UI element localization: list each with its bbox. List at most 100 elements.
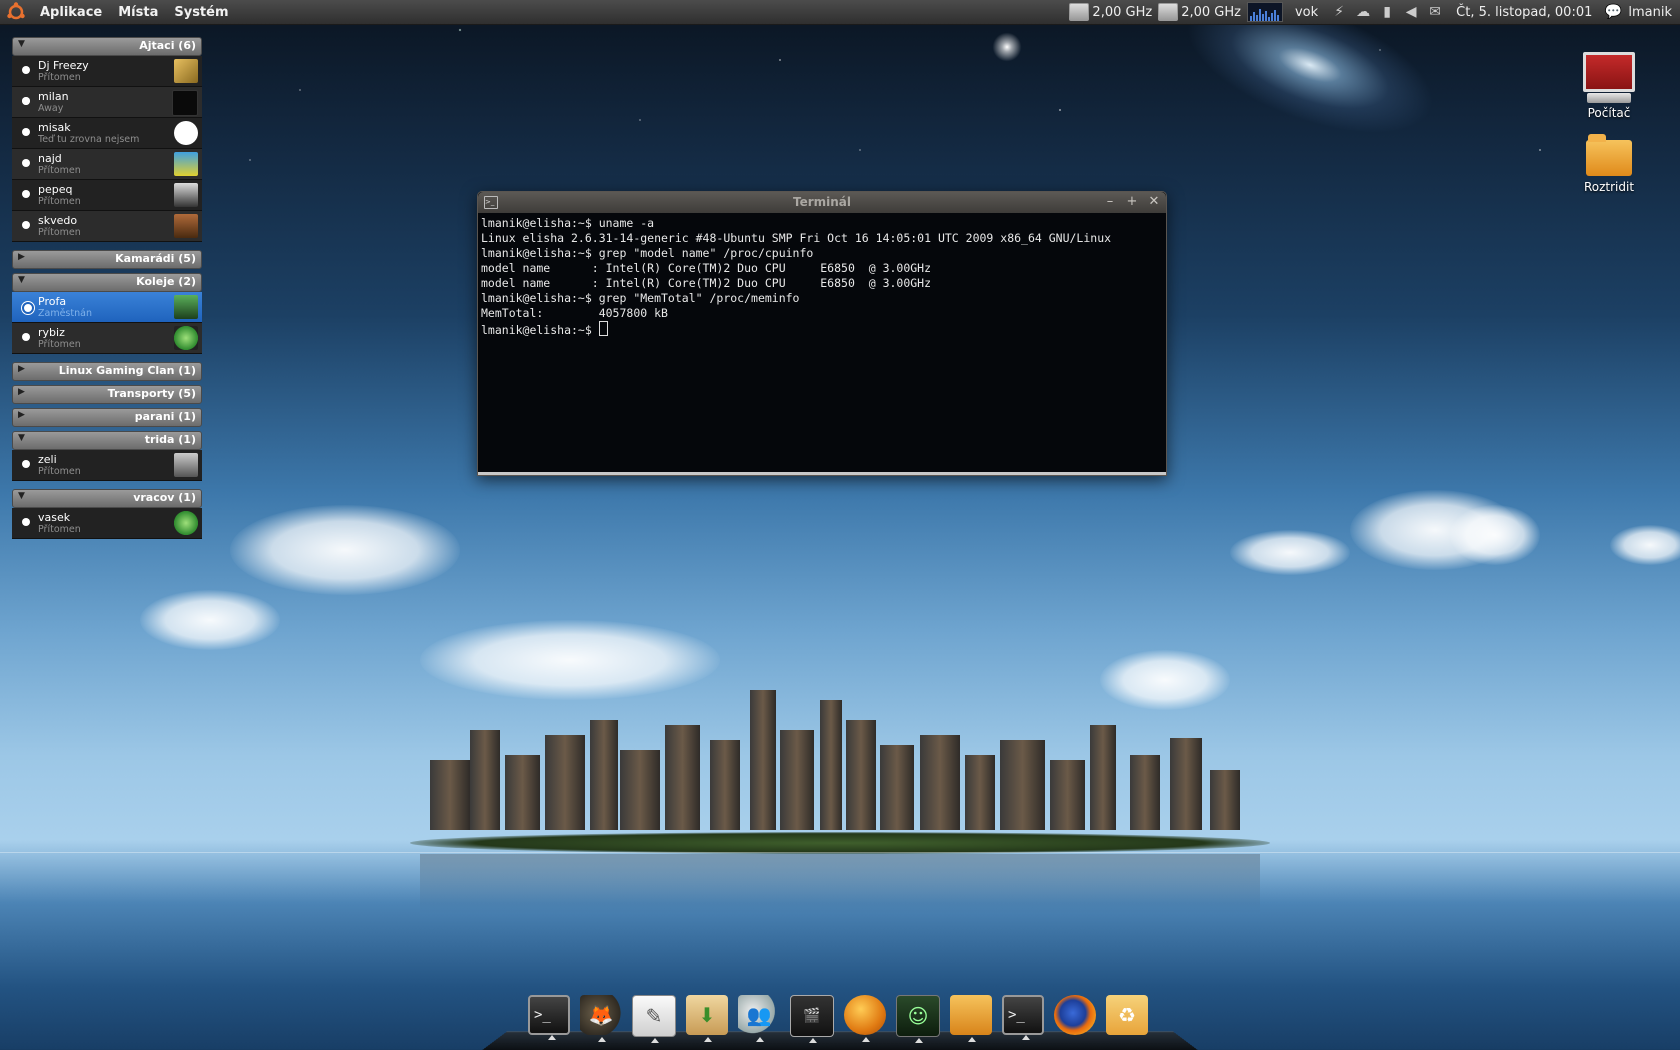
buddy-item[interactable]: zeli Přítomen bbox=[12, 450, 202, 481]
terminal-output[interactable]: lmanik@elisha:~$ uname -a Linux elisha 2.… bbox=[478, 213, 1166, 338]
wallpaper-cloud bbox=[1230, 530, 1350, 575]
clock[interactable]: Čt, 5. listopad, 00:01 bbox=[1456, 5, 1592, 20]
globe-icon[interactable] bbox=[844, 995, 886, 1042]
archive-icon[interactable]: ⬇ bbox=[686, 995, 728, 1042]
terminal-icon[interactable]: >_ bbox=[1002, 995, 1044, 1040]
status-available-icon bbox=[22, 128, 30, 136]
ubuntu-logo-icon[interactable] bbox=[6, 2, 26, 22]
buddy-status: Přítomen bbox=[38, 339, 81, 350]
group-ajtaci[interactable]: ▼ Ajtaci (6) bbox=[12, 37, 202, 56]
menu-places[interactable]: Místa bbox=[110, 5, 166, 20]
buddy-item[interactable]: misak Teď tu zrovna nejsem bbox=[12, 118, 202, 149]
cpu-icon bbox=[1158, 3, 1179, 21]
mail-icon[interactable]: ✉ bbox=[1426, 4, 1444, 20]
group-label: Transporty (5) bbox=[107, 387, 196, 400]
wallpaper-city bbox=[410, 680, 1270, 850]
terminal-titlebar[interactable]: >_ Terminál – + ✕ bbox=[478, 192, 1166, 213]
chat-bubble-icon[interactable]: 💬 bbox=[1604, 4, 1622, 20]
wallpaper-reflection bbox=[420, 854, 1260, 914]
buddy-name: rybiz bbox=[38, 326, 65, 339]
network-icon[interactable]: ⚡ bbox=[1330, 4, 1348, 20]
window-title: Terminál bbox=[792, 195, 852, 209]
cpu-frequency-1[interactable]: 2,00 GHz bbox=[1069, 3, 1152, 21]
main-menu: Aplikace Místa Systém bbox=[0, 0, 237, 24]
volume-icon[interactable]: ◀ bbox=[1402, 4, 1420, 20]
user-menu[interactable]: lmanik bbox=[1628, 5, 1672, 20]
buddy-name: misak bbox=[38, 121, 71, 134]
top-panel: Aplikace Místa Systém 2,00 GHz 2,00 GHz … bbox=[0, 0, 1680, 25]
status-available-icon bbox=[22, 460, 30, 468]
folder-icon[interactable] bbox=[950, 995, 992, 1042]
avatar bbox=[172, 90, 198, 116]
movie-clapper-icon[interactable]: 🎬 bbox=[790, 995, 834, 1043]
folder-icon bbox=[1586, 134, 1632, 176]
buddy-name: skvedo bbox=[38, 214, 78, 227]
buddy-status: Teď tu zrovna nejsem bbox=[38, 134, 140, 145]
terminal-line: model name : Intel(R) Core(TM)2 Duo CPU … bbox=[481, 276, 932, 290]
terminal-window[interactable]: >_ Terminál – + ✕ lmanik@elisha:~$ uname… bbox=[477, 191, 1167, 476]
recycle-icon[interactable]: ♻ bbox=[1106, 995, 1148, 1035]
buddy-item[interactable]: skvedo Přítomen bbox=[12, 211, 202, 242]
menu-applications[interactable]: Aplikace bbox=[32, 5, 110, 20]
group-transporty[interactable]: ▶ Transporty (5) bbox=[12, 385, 202, 404]
terminal-cursor bbox=[598, 321, 608, 336]
expander-down-icon: ▼ bbox=[18, 275, 25, 285]
menu-system[interactable]: Systém bbox=[166, 5, 236, 20]
terminal-line: lmanik@elisha:~$ grep "MemTotal" /proc/m… bbox=[481, 291, 800, 305]
expander-right-icon: ▶ bbox=[18, 252, 25, 262]
buddy-item[interactable]: rybiz Přítomen bbox=[12, 323, 202, 354]
avatar bbox=[174, 214, 198, 238]
desktop-icon-computer[interactable]: Počítač bbox=[1569, 52, 1649, 120]
group-linux-gaming-clan[interactable]: ▶ Linux Gaming Clan (1) bbox=[12, 362, 202, 381]
desktop-icon-folder[interactable]: Roztridit bbox=[1569, 134, 1649, 194]
buddy-list: ▼ Ajtaci (6) Dj Freezy Přítomen milan Aw… bbox=[12, 37, 202, 543]
buddy-item[interactable]: Profa Zaměstnán bbox=[12, 292, 202, 323]
group-label: vracov (1) bbox=[133, 491, 196, 504]
maximize-button[interactable]: + bbox=[1124, 194, 1140, 209]
cpu-icon bbox=[1069, 3, 1090, 21]
status-available-icon bbox=[22, 159, 30, 167]
close-button[interactable]: ✕ bbox=[1146, 194, 1162, 209]
group-label: Koleje (2) bbox=[136, 275, 196, 288]
status-available-icon bbox=[22, 190, 30, 198]
group-vracov[interactable]: ▼ vracov (1) bbox=[12, 489, 202, 508]
firefox-icon[interactable] bbox=[1054, 995, 1096, 1035]
weather-cloud-icon[interactable]: ☁ bbox=[1354, 4, 1372, 20]
buddy-item[interactable]: pepeq Přítomen bbox=[12, 180, 202, 211]
cpu-frequency-2[interactable]: 2,00 GHz bbox=[1158, 3, 1241, 21]
avatar bbox=[174, 183, 198, 207]
group-koleje[interactable]: ▼ Koleje (2) bbox=[12, 273, 202, 292]
buddy-item[interactable]: milan Away bbox=[12, 87, 202, 118]
terminal-scrollbar[interactable] bbox=[478, 472, 1166, 475]
buddy-item[interactable]: vasek Přítomen bbox=[12, 508, 202, 539]
buddy-status: Přítomen bbox=[38, 466, 81, 477]
avatar bbox=[174, 453, 198, 477]
status-away-icon bbox=[22, 97, 30, 105]
system-tray: 2,00 GHz 2,00 GHz vok ⚡ ☁ ▮ ◀ ✉ Čt, 5. l… bbox=[1069, 0, 1680, 24]
buddy-item[interactable]: najd Přítomen bbox=[12, 149, 202, 180]
expander-down-icon: ▼ bbox=[18, 491, 25, 501]
group-label: Kamarádi (5) bbox=[115, 252, 196, 265]
terminal-prompt: lmanik@elisha:~$ bbox=[481, 323, 599, 337]
icq-flower-icon bbox=[174, 326, 198, 350]
computer-icon bbox=[1583, 52, 1635, 92]
text-editor-icon[interactable]: ✎ bbox=[632, 995, 676, 1043]
group-trida[interactable]: ▼ trida (1) bbox=[12, 431, 202, 450]
avatar bbox=[174, 152, 198, 176]
buddy-name: najd bbox=[38, 152, 62, 165]
group-kamaradi[interactable]: ▶ Kamarádi (5) bbox=[12, 250, 202, 269]
group-parani[interactable]: ▶ parani (1) bbox=[12, 408, 202, 427]
terminal-icon[interactable]: >_ bbox=[528, 995, 570, 1040]
contacts-icon[interactable]: 👥 bbox=[738, 995, 780, 1042]
terminal-line: MemTotal: 4057800 kB bbox=[481, 306, 668, 320]
battery-icon[interactable]: ▮ bbox=[1378, 4, 1396, 20]
avatar-face-icon[interactable]: ☺ bbox=[896, 995, 940, 1043]
user-status-label[interactable]: vok bbox=[1295, 5, 1318, 20]
gimp-icon[interactable]: 🦊 bbox=[580, 995, 622, 1042]
terminal-prompt-line: lmanik@elisha:~$ bbox=[481, 321, 1163, 338]
system-monitor-graph[interactable] bbox=[1246, 2, 1283, 22]
minimize-button[interactable]: – bbox=[1102, 194, 1118, 209]
buddy-status: Away bbox=[38, 103, 64, 114]
buddy-item[interactable]: Dj Freezy Přítomen bbox=[12, 56, 202, 87]
desktop-icon-label: Roztridit bbox=[1583, 180, 1635, 194]
